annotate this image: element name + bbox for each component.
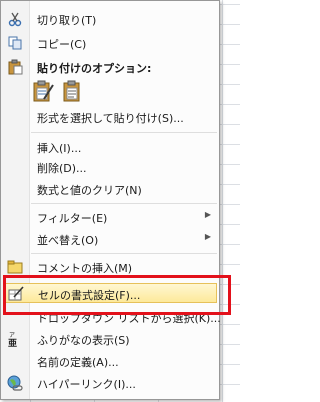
menu-item-label: 並べ替え(O) <box>37 234 99 247</box>
menu-item-insert[interactable]: 挿入(I)... <box>3 137 217 157</box>
menu-item-label: 形式を選択して貼り付け(S)... <box>37 112 184 125</box>
menu-item-label: フィルター(E) <box>37 212 108 225</box>
paste-options-header: 貼り付けのオプション: <box>3 57 217 77</box>
globe-link-icon <box>7 375 23 391</box>
paste-values-icon <box>63 80 80 102</box>
submenu-arrow-icon: ▶ <box>204 232 211 241</box>
menu-separator <box>31 253 217 254</box>
menu-item-delete[interactable]: 削除(D)... <box>3 157 217 177</box>
paste-values-button[interactable] <box>61 79 85 103</box>
menu-item-copy[interactable]: コピー(C) <box>3 33 217 53</box>
menu-item-label: ふりがなの表示(S) <box>37 334 130 347</box>
paste-option-buttons <box>31 79 91 105</box>
context-menu: 切り取り(T) コピー(C) 貼り付けのオプション: 形式を選択して貼り付け(S… <box>0 0 221 400</box>
menu-item-label: 名前の定義(A)... <box>37 356 119 369</box>
menu-item-paste-special[interactable]: 形式を選択して貼り付け(S)... <box>3 107 217 127</box>
submenu-arrow-icon: ▶ <box>204 210 211 219</box>
paste-formatting-button[interactable] <box>31 79 55 103</box>
menu-item-label: 数式と値のクリア(N) <box>37 184 142 197</box>
clipboard-icon <box>8 59 23 75</box>
copy-icon <box>8 36 22 50</box>
menu-item-label: 挿入(I)... <box>37 142 82 155</box>
menu-item-label: コピー(C) <box>37 38 87 51</box>
menu-item-show-phonetic[interactable]: ア 亜 ふりがなの表示(S) <box>3 329 217 349</box>
menu-separator <box>31 132 217 133</box>
menu-item-label: 削除(D)... <box>37 162 87 175</box>
paste-brush-icon <box>33 80 54 102</box>
comment-icon <box>7 260 23 274</box>
menu-item-define-name[interactable]: 名前の定義(A)... <box>3 351 217 371</box>
menu-item-label: ハイパーリンク(I)... <box>37 378 136 391</box>
menu-item-cut[interactable]: 切り取り(T) <box>3 9 217 29</box>
menu-item-label: 切り取り(T) <box>37 14 97 27</box>
menu-item-label: 貼り付けのオプション: <box>37 62 152 75</box>
menu-item-label: コメントの挿入(M) <box>37 262 133 275</box>
menu-item-clear-contents[interactable]: 数式と値のクリア(N) <box>3 179 217 199</box>
menu-item-hyperlink[interactable]: ハイパーリンク(I)... <box>3 373 217 393</box>
phonetic-icon: ア 亜 <box>8 332 17 347</box>
menu-item-filter[interactable]: フィルター(E) ▶ <box>3 207 217 227</box>
menu-separator <box>31 203 217 204</box>
highlight-annotation-box <box>3 275 231 315</box>
svg-text:ア: ア <box>9 332 15 339</box>
scissors-icon <box>8 12 22 27</box>
menu-item-insert-comment[interactable]: コメントの挿入(M) <box>3 257 217 277</box>
menu-item-sort[interactable]: 並べ替え(O) ▶ <box>3 229 217 249</box>
svg-text:亜: 亜 <box>8 338 17 347</box>
